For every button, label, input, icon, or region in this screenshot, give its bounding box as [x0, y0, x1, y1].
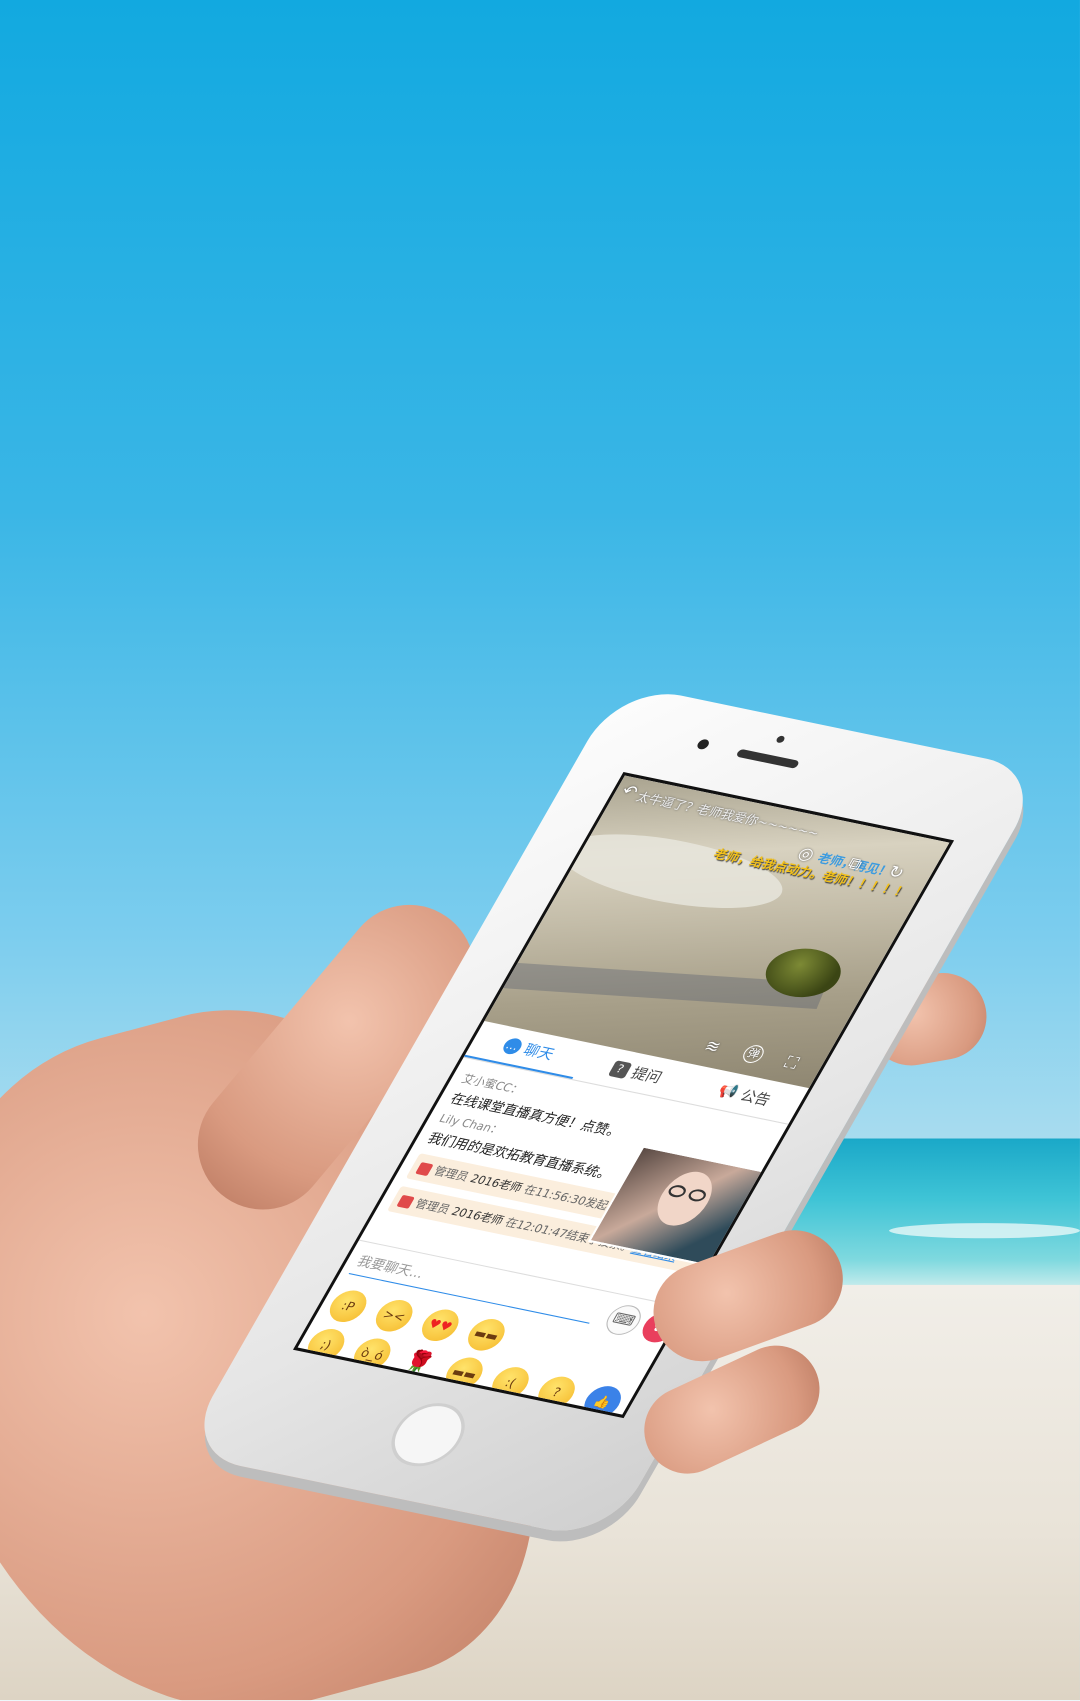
- sensor: [775, 735, 786, 744]
- notice-user: 2016老师: [467, 1171, 525, 1195]
- notice-user: 2016老师: [448, 1204, 507, 1228]
- wave: [889, 1223, 1080, 1239]
- speaker: [735, 748, 800, 769]
- tab-label: 聊天: [520, 1041, 558, 1063]
- keyboard-icon[interactable]: ⌨: [600, 1302, 647, 1338]
- wifi-icon: ≋: [700, 1035, 725, 1057]
- danmaku-toggle-icon[interactable]: 弹: [739, 1043, 768, 1065]
- emoji-heart-eyes-icon[interactable]: ♥♥: [415, 1306, 466, 1344]
- tab-label: 提问: [628, 1064, 665, 1087]
- notice-role: 管理员: [431, 1164, 472, 1184]
- fullscreen-icon[interactable]: ⛶: [780, 1052, 803, 1074]
- emoji-angry-icon[interactable]: ><: [369, 1297, 420, 1335]
- camera-icon[interactable]: ◎: [794, 843, 818, 864]
- beach-scene: 太牛逼了？老师我爱你~~~~~~ 老师，再见！ 老师，给我点动力。老师！！！！！…: [0, 0, 1080, 1701]
- notice-role: 管理员: [412, 1197, 453, 1217]
- admin-badge-icon: [396, 1194, 415, 1209]
- home-button[interactable]: [378, 1397, 478, 1473]
- megaphone-icon: 📢: [715, 1081, 742, 1101]
- front-camera: [695, 738, 711, 751]
- teacher-face: [647, 1167, 723, 1230]
- admin-badge-icon: [415, 1162, 434, 1177]
- emoji-sunglasses-icon[interactable]: ▬▬: [461, 1316, 512, 1354]
- tab-label: 公告: [736, 1087, 774, 1109]
- emoji-tongue-icon[interactable]: :P: [323, 1287, 373, 1325]
- question-icon: ?: [607, 1059, 633, 1079]
- chat-bubble-icon: …: [499, 1036, 525, 1056]
